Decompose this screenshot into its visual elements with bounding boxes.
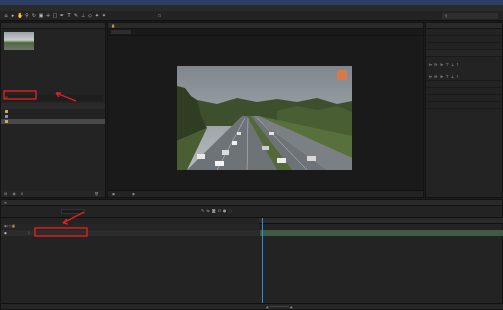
annotation-arrow-layer xyxy=(62,211,85,224)
annotation-box-layer xyxy=(34,227,88,237)
annotation-box-project xyxy=(3,90,37,100)
annotation-overlay xyxy=(3,90,88,237)
